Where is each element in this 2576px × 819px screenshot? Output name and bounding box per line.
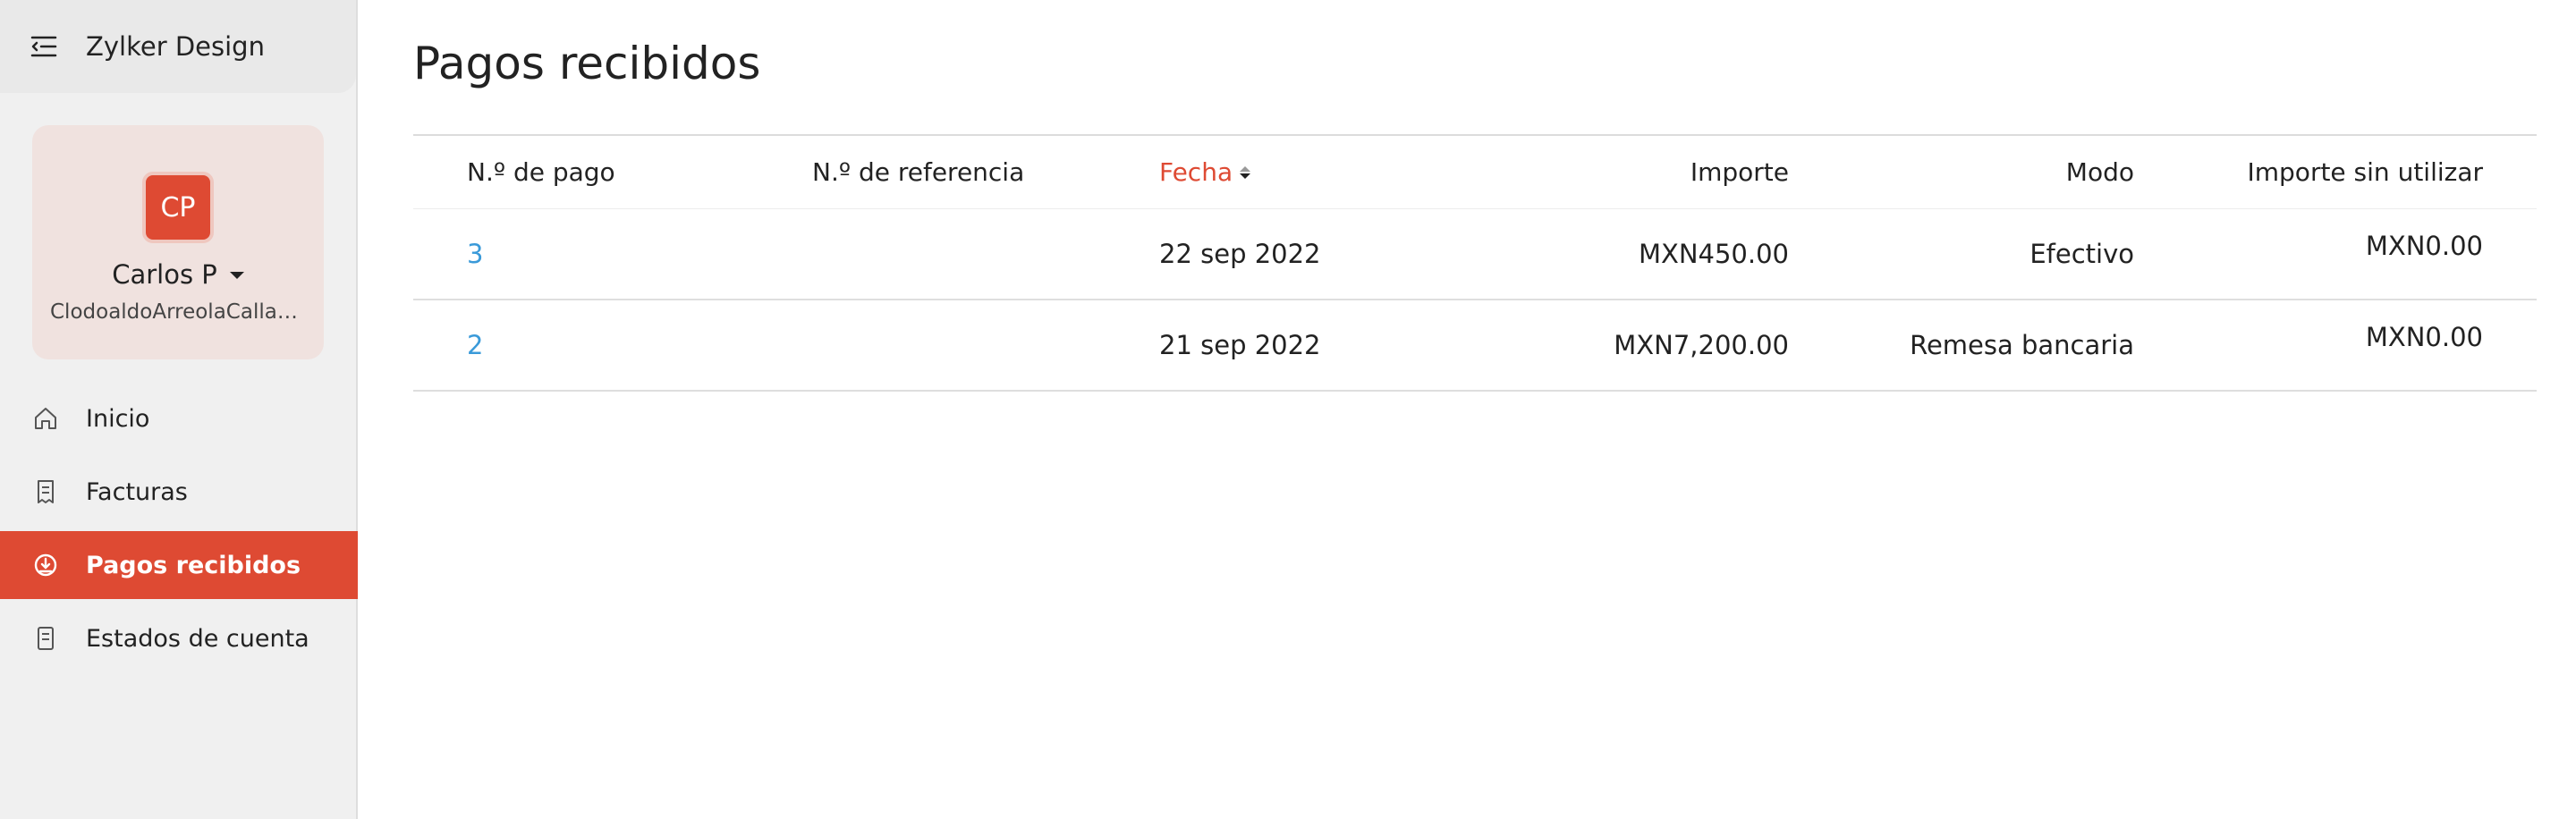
collapse-menu-icon[interactable] <box>30 31 61 62</box>
column-header-reference-no[interactable]: N.º de referencia <box>812 136 1024 208</box>
home-icon <box>30 403 61 434</box>
app-window: Zylker Design CP Carlos P ClodoaldoArreo… <box>0 0 2576 819</box>
sidebar-item-label: Pagos recibidos <box>86 551 301 579</box>
column-header-payment-no[interactable]: N.º de pago <box>467 136 615 208</box>
sidebar-item-label: Estados de cuenta <box>86 624 309 653</box>
payment-date: 21 sep 2022 <box>1159 330 1321 360</box>
payments-table: N.º de pago N.º de referencia Fecha Impo… <box>413 134 2537 392</box>
sidebar-item-estados-de-cuenta[interactable]: Estados de cuenta <box>0 604 358 672</box>
user-menu[interactable]: Carlos P <box>32 259 324 290</box>
chevron-down-icon[interactable] <box>229 272 244 279</box>
avatar: CP <box>142 172 214 243</box>
unused-amount: MXN0.00 <box>2365 322 2483 352</box>
sidebar-item-facturas[interactable]: Facturas <box>0 458 358 526</box>
user-email: ClodoaldoArreolaCallas... <box>50 300 308 324</box>
statement-icon <box>30 623 61 654</box>
payment-amount: MXN450.00 <box>1638 239 1789 269</box>
main-content: Pagos recibidos N.º de pago N.º de refer… <box>360 0 2576 819</box>
payment-date: 22 sep 2022 <box>1159 239 1321 269</box>
profile-card: CP Carlos P ClodoaldoArreolaCallas... <box>32 125 324 359</box>
table-row[interactable]: 2 21 sep 2022 MXN7,200.00 Remesa bancari… <box>413 300 2537 392</box>
payment-number-link[interactable]: 2 <box>467 300 483 390</box>
sidebar: Zylker Design CP Carlos P ClodoaldoArreo… <box>0 0 358 819</box>
column-header-mode[interactable]: Modo <box>2066 136 2134 208</box>
payment-amount: MXN7,200.00 <box>1614 330 1789 360</box>
payment-mode: Remesa bancaria <box>1910 330 2134 360</box>
column-header-amount[interactable]: Importe <box>1690 136 1789 208</box>
sidebar-nav: Inicio Facturas Pagos recibidos Estados … <box>0 384 358 678</box>
payment-received-icon <box>30 550 61 580</box>
sidebar-item-inicio[interactable]: Inicio <box>0 384 358 452</box>
sidebar-item-label: Inicio <box>86 404 150 433</box>
org-switcher[interactable]: Zylker Design <box>0 0 356 93</box>
sort-icon[interactable] <box>1240 165 1251 179</box>
page-title: Pagos recibidos <box>413 38 761 89</box>
user-name: Carlos P <box>112 259 217 290</box>
unused-amount: MXN0.00 <box>2365 231 2483 261</box>
sidebar-item-pagos-recibidos[interactable]: Pagos recibidos <box>0 531 358 599</box>
column-header-date-label: Fecha <box>1159 157 1233 187</box>
sidebar-item-label: Facturas <box>86 477 188 506</box>
column-header-date[interactable]: Fecha <box>1159 136 1251 208</box>
payment-number-link[interactable]: 3 <box>467 209 483 299</box>
receipt-icon <box>30 477 61 507</box>
payment-mode: Efectivo <box>2029 239 2134 269</box>
column-header-unused-amount[interactable]: Importe sin utilizar <box>2248 136 2484 208</box>
org-name: Zylker Design <box>86 31 265 62</box>
table-header-row: N.º de pago N.º de referencia Fecha Impo… <box>413 136 2537 209</box>
table-row[interactable]: 3 22 sep 2022 MXN450.00 Efectivo MXN0.00 <box>413 209 2537 300</box>
